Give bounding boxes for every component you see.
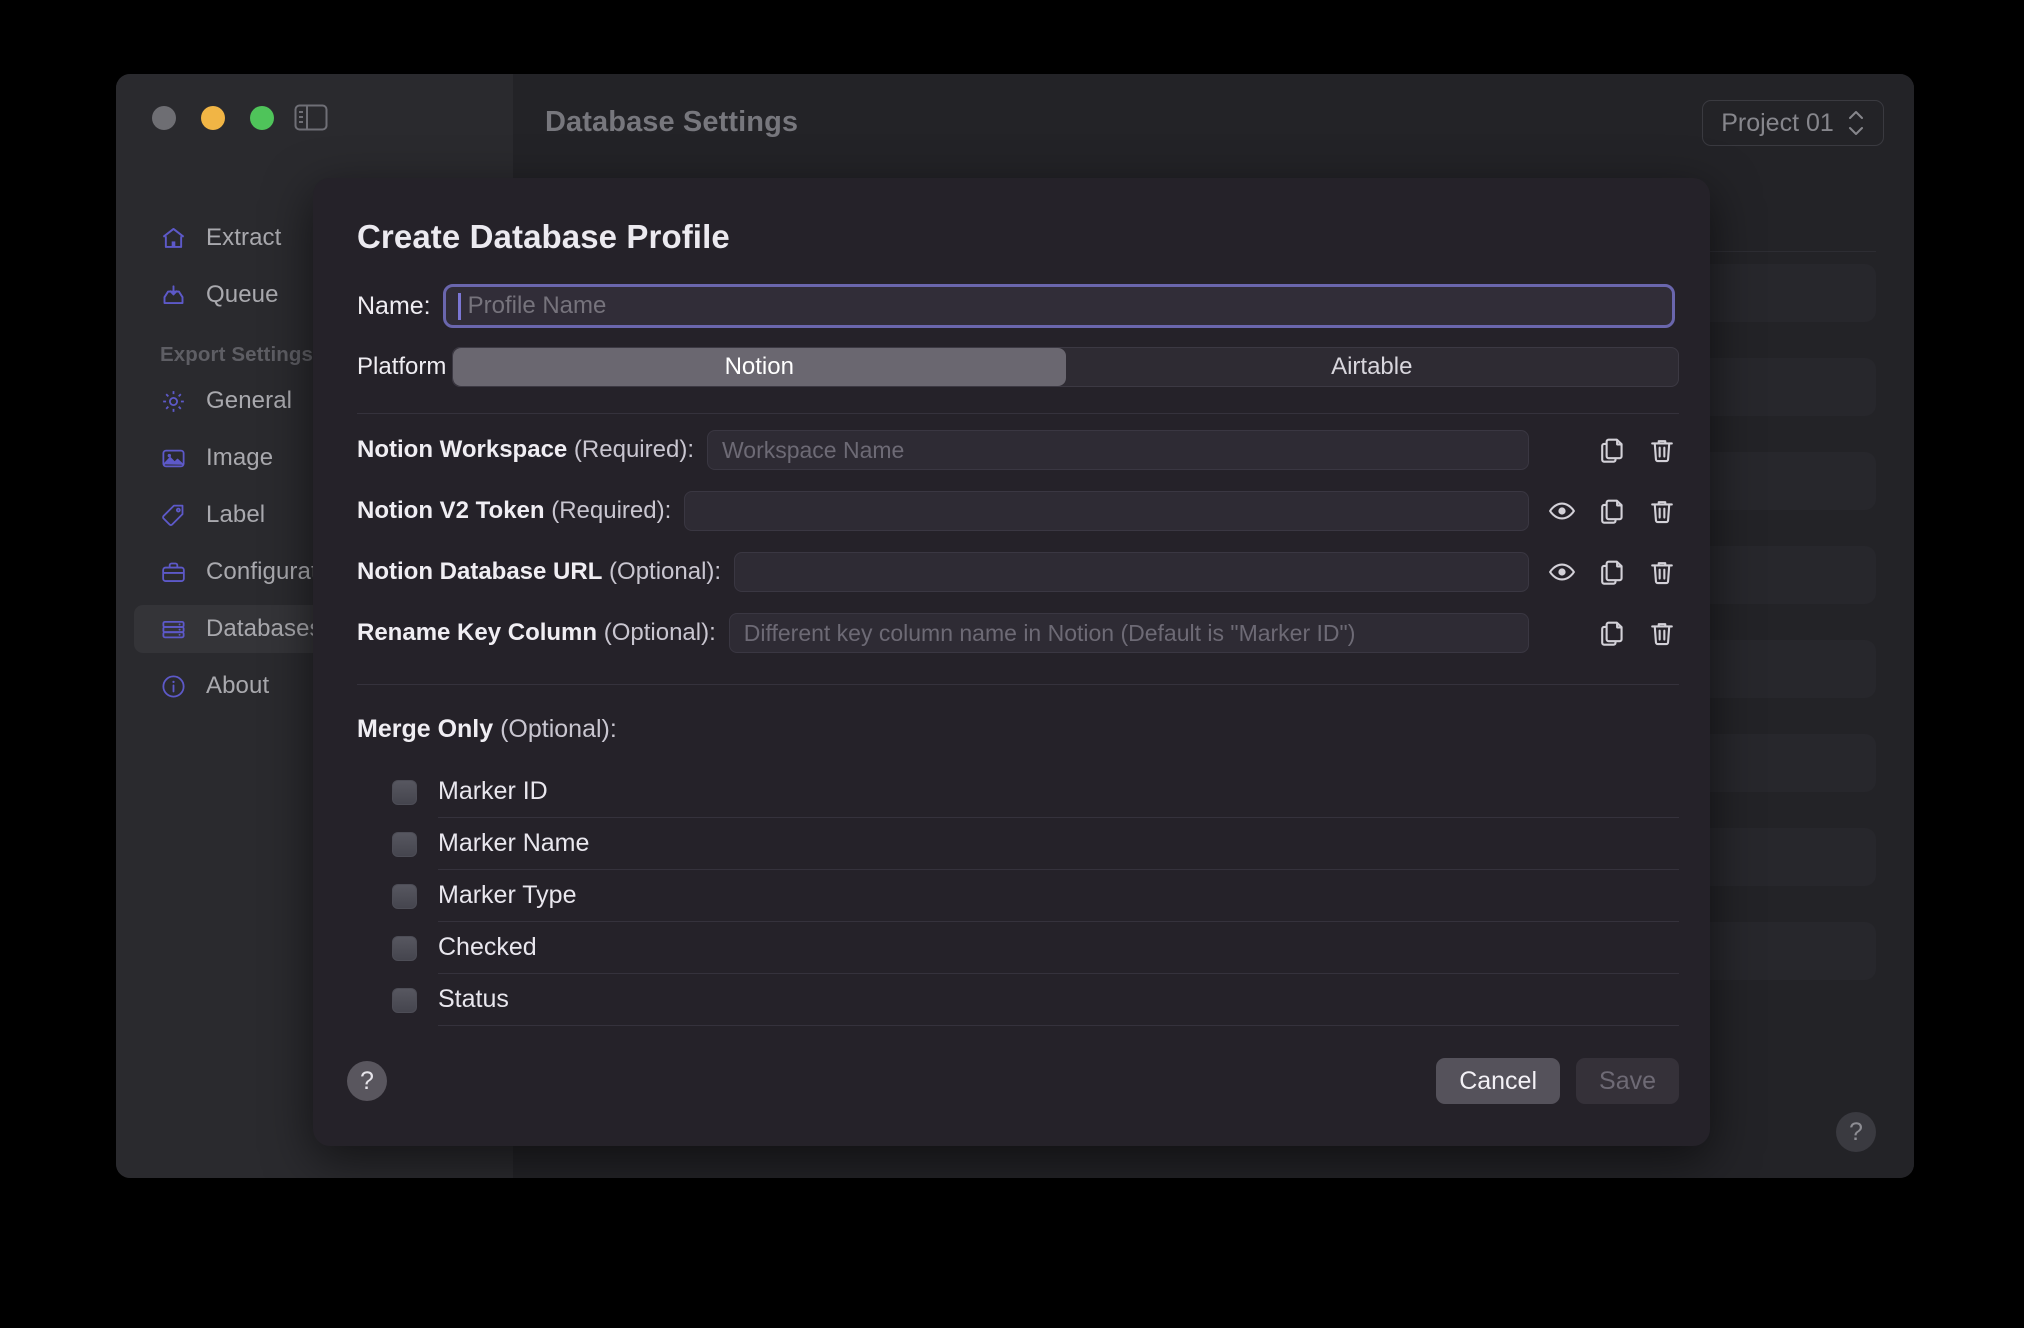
- merge-list-item[interactable]: Status: [392, 974, 1679, 1026]
- gear-icon: [160, 388, 187, 415]
- eye-icon[interactable]: [1545, 494, 1579, 528]
- project-selector[interactable]: Project 01: [1702, 100, 1884, 146]
- divider: [357, 684, 1679, 685]
- notion-workspace-input[interactable]: Workspace Name: [706, 430, 1529, 470]
- checkbox[interactable]: [392, 987, 417, 1013]
- dialog-footer: ? Cancel Save: [344, 1058, 1679, 1104]
- merge-item-label: Marker Name: [438, 829, 590, 857]
- home-icon: [160, 225, 187, 252]
- info-icon: [160, 673, 187, 700]
- merge-list-item[interactable]: Marker Name: [392, 818, 1679, 870]
- field-label: Notion Workspace (Required):: [357, 436, 694, 463]
- sidebar-item-label: Image: [206, 444, 274, 471]
- sidebar-item-label: General: [206, 387, 293, 414]
- copy-icon[interactable]: [1595, 433, 1629, 467]
- field-label: Notion Database URL (Optional):: [357, 558, 722, 585]
- platform-label: Platform: [357, 353, 447, 380]
- titlebar: Database Settings Project 01: [513, 74, 1914, 170]
- text-caret-icon: [457, 292, 461, 320]
- trash-icon[interactable]: [1645, 433, 1679, 467]
- input-placeholder: Different key column name in Notion (Def…: [743, 619, 1356, 646]
- window-controls: [152, 106, 274, 130]
- cancel-button[interactable]: Cancel: [1436, 1058, 1561, 1104]
- image-icon: [160, 445, 187, 472]
- help-button[interactable]: ?: [1836, 1112, 1876, 1152]
- merge-list-item[interactable]: Marker Type: [392, 870, 1679, 922]
- copy-icon[interactable]: [1595, 616, 1629, 650]
- merge-list-item[interactable]: Checked: [392, 922, 1679, 974]
- rename-key-column-input[interactable]: Different key column name in Notion (Def…: [728, 613, 1529, 653]
- name-input-placeholder: Profile Name: [467, 292, 607, 319]
- dialog-actions: Cancel Save: [1436, 1058, 1679, 1104]
- field-row-rename-key-column: Rename Key Column (Optional): Different …: [357, 608, 1679, 658]
- project-selector-value: Project 01: [1721, 108, 1834, 137]
- sidebar-toggle-icon[interactable]: [294, 104, 328, 131]
- copy-icon[interactable]: [1595, 494, 1629, 528]
- merge-only-list: Marker ID Marker Name Marker Type Checke…: [392, 766, 1679, 1026]
- checkbox[interactable]: [392, 935, 417, 961]
- save-button[interactable]: Save: [1576, 1058, 1679, 1104]
- merge-item-label: Marker Type: [438, 881, 577, 909]
- tag-icon: [160, 502, 187, 529]
- name-input[interactable]: Profile Name: [442, 284, 1675, 328]
- name-label: Name:: [357, 291, 431, 320]
- platform-row: Platform Notion Airtable: [357, 347, 1679, 387]
- platform-option-airtable[interactable]: Airtable: [1066, 348, 1679, 386]
- name-row: Name: Profile Name: [357, 284, 1679, 328]
- input-placeholder: Workspace Name: [721, 436, 905, 463]
- fields-section: Notion Workspace (Required): Workspace N…: [357, 425, 1679, 658]
- help-button[interactable]: ?: [347, 1061, 387, 1101]
- dialog-title: Create Database Profile: [357, 218, 730, 255]
- upload-tray-icon: [160, 282, 187, 309]
- sidebar-item-label: Databases: [206, 615, 322, 642]
- checkbox[interactable]: [392, 883, 417, 909]
- stepper-chevrons-icon: [1847, 110, 1865, 136]
- field-row-notion-v2-token: Notion V2 Token (Required):: [357, 486, 1679, 536]
- trash-icon[interactable]: [1645, 555, 1679, 589]
- trash-icon[interactable]: [1645, 616, 1679, 650]
- field-row-notion-workspace: Notion Workspace (Required): Workspace N…: [357, 425, 1679, 475]
- sidebar-item-label: Queue: [206, 281, 279, 308]
- close-window-button[interactable]: [152, 106, 176, 130]
- platform-segmented-control[interactable]: Notion Airtable: [452, 347, 1679, 387]
- sidebar-item-label: About: [206, 672, 270, 699]
- sidebar-item-label: Extract: [206, 224, 282, 251]
- checkbox[interactable]: [392, 779, 417, 805]
- field-label: Notion V2 Token (Required):: [357, 497, 672, 524]
- eye-icon[interactable]: [1545, 555, 1579, 589]
- notion-v2-token-input[interactable]: [684, 491, 1529, 531]
- create-database-profile-dialog: Create Database Profile Name: Profile Na…: [313, 178, 1710, 1146]
- field-row-notion-database-url: Notion Database URL (Optional):: [357, 547, 1679, 597]
- field-label: Rename Key Column (Optional):: [357, 619, 716, 646]
- trash-icon[interactable]: [1645, 494, 1679, 528]
- merge-item-label: Status: [438, 985, 509, 1013]
- merge-item-label: Marker ID: [438, 777, 548, 805]
- merge-list-item[interactable]: Marker ID: [392, 766, 1679, 818]
- platform-option-notion[interactable]: Notion: [453, 348, 1066, 386]
- page-title: Database Settings: [545, 105, 799, 138]
- briefcase-icon: [160, 559, 187, 586]
- notion-database-url-input[interactable]: [734, 552, 1529, 592]
- merge-only-title: Merge Only (Optional):: [357, 715, 617, 743]
- database-icon: [160, 616, 187, 643]
- sidebar-item-label: Label: [206, 501, 266, 528]
- copy-icon[interactable]: [1595, 555, 1629, 589]
- merge-item-label: Checked: [438, 933, 537, 961]
- checkbox[interactable]: [392, 831, 417, 857]
- divider: [357, 413, 1679, 414]
- minimize-window-button[interactable]: [201, 106, 225, 130]
- maximize-window-button[interactable]: [250, 106, 274, 130]
